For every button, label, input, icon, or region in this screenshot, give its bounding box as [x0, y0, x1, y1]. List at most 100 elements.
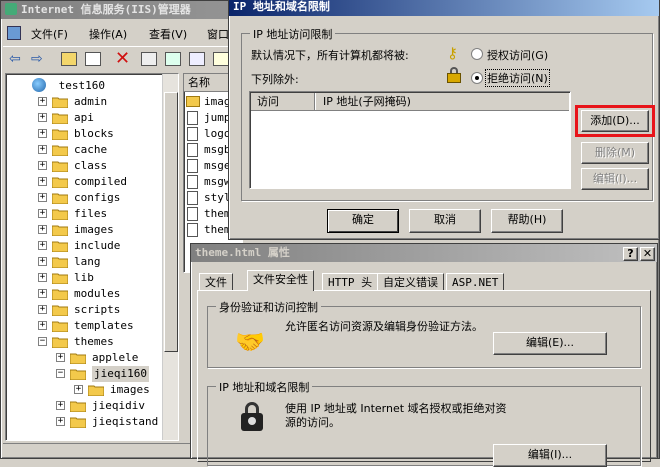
tree-item-label: blocks [74, 127, 114, 140]
expand-toggle[interactable]: + [38, 257, 47, 266]
file-icon [187, 207, 198, 221]
radio-grant[interactable] [471, 48, 483, 60]
back-icon[interactable]: ⇦ [9, 51, 21, 67]
tree-root[interactable]: test160 [16, 78, 105, 94]
title-help-button[interactable]: ? [623, 247, 638, 261]
tree-scrollbar[interactable] [162, 74, 178, 440]
expand-toggle[interactable]: + [38, 97, 47, 106]
expand-toggle[interactable]: + [38, 113, 47, 122]
tree-item-label: jieqidiv [92, 399, 145, 412]
expand-toggle[interactable]: + [38, 129, 47, 138]
expand-toggle[interactable]: + [38, 289, 47, 298]
radio-deny-label[interactable]: 拒绝访问(N) [485, 69, 550, 87]
expand-toggle[interactable]: − [56, 369, 65, 378]
menu-action[interactable]: 操作(A) [89, 26, 127, 42]
help-button[interactable]: 帮助(H) [491, 209, 563, 233]
folder-icon [69, 399, 87, 415]
auth-edit-button[interactable]: 编辑(E)... [493, 332, 607, 355]
folder-icon [51, 335, 69, 351]
radio-deny[interactable] [471, 72, 483, 84]
help-icon[interactable] [213, 52, 229, 66]
help-button-label: 帮助(H) [507, 213, 547, 226]
refresh-icon[interactable] [165, 52, 181, 66]
tree-item-label: images [74, 223, 114, 236]
properties-title: theme.html 属性 [195, 246, 290, 259]
expand-toggle[interactable]: + [38, 321, 47, 330]
expand-toggle[interactable]: + [56, 353, 65, 362]
tree-item-label: jieqi160 [92, 366, 149, 382]
file-icon [187, 127, 198, 141]
properties-icon[interactable] [141, 52, 157, 66]
tab-file[interactable]: 文件 [199, 273, 233, 291]
padlock-icon [241, 402, 263, 432]
ip-restriction-dialog: IP 地址和域名限制 IP 地址访问限制 默认情况下，所有计算机都将被: ⚷ 授… [228, 0, 660, 240]
col-ip-label: IP 地址(子网掩码) [323, 95, 411, 108]
forward-icon[interactable]: ⇨ [31, 51, 43, 67]
tab-file-security-label: 文件安全性 [253, 273, 308, 286]
menu-file[interactable]: 文件(F) [31, 26, 68, 42]
menu-app-icon[interactable] [7, 26, 21, 40]
tab-aspnet[interactable]: ASP.NET [446, 273, 505, 291]
auth-edit-label: 编辑(E)... [525, 336, 575, 349]
tree-item-label: files [74, 207, 108, 220]
menu-view[interactable]: 查看(V) [149, 26, 187, 42]
expand-toggle[interactable]: + [38, 305, 47, 314]
tree-item-label: lib [74, 271, 94, 284]
ip-dialog-title-bar[interactable]: IP 地址和域名限制 [229, 0, 659, 16]
expand-toggle[interactable]: + [74, 385, 83, 394]
expand-toggle[interactable]: − [38, 337, 47, 346]
expand-toggle[interactable]: + [38, 193, 47, 202]
expand-toggle[interactable]: + [38, 241, 47, 250]
show-tree-icon[interactable] [85, 52, 101, 66]
ip-dialog-title: IP 地址和域名限制 [233, 0, 330, 13]
up-folder-icon[interactable] [61, 52, 77, 66]
cancel-button[interactable]: 取消 [409, 209, 481, 233]
expand-toggle[interactable]: + [38, 209, 47, 218]
add-button-label: 添加(D)... [590, 114, 640, 127]
edit-button[interactable]: 编辑(I)... [581, 168, 649, 190]
tab-http-headers-label: HTTP 头 [328, 276, 373, 289]
folder-icon [51, 287, 69, 303]
folder-icon [51, 239, 69, 255]
export-icon[interactable] [189, 52, 205, 66]
properties-dialog: theme.html 属性 ? ✕ 文件 文件安全性 HTTP 头 自定义错误 … [190, 243, 658, 467]
tree-item-label: compiled [74, 175, 127, 188]
ip-edit-button[interactable]: 编辑(I)... [493, 444, 607, 467]
title-close-button[interactable]: ✕ [640, 247, 655, 261]
tree-item-label: include [74, 239, 121, 252]
tab-custom-errors[interactable]: 自定义错误 [377, 273, 444, 291]
tab-file-security[interactable]: 文件安全性 [247, 270, 314, 291]
menu-window[interactable]: 窗口 [207, 26, 229, 42]
expand-toggle[interactable]: + [38, 177, 47, 186]
tree-scroll-thumb[interactable] [164, 92, 178, 352]
expand-toggle[interactable]: + [38, 225, 47, 234]
list-item-label: styl [204, 191, 231, 204]
list-item-label: jump [204, 111, 231, 124]
tab-http-headers[interactable]: HTTP 头 [322, 273, 379, 291]
tree-item-label: api [74, 111, 94, 124]
col-access-header[interactable]: 访问 [251, 93, 315, 110]
folder-icon [69, 367, 87, 383]
tree-root-label: test160 [58, 79, 105, 92]
tree-pane[interactable]: test160 + admin + api + blocks + cache + class + co… [5, 73, 179, 441]
tab-custom-errors-label: 自定义错误 [383, 276, 438, 289]
ok-button[interactable]: 确定 [327, 209, 399, 233]
toolbar: ⇦ ⇨ ✕ [3, 46, 243, 70]
expand-toggle[interactable]: + [38, 161, 47, 170]
expand-toggle[interactable]: + [38, 145, 47, 154]
expand-toggle[interactable]: + [56, 417, 65, 426]
add-button[interactable]: 添加(D)... [581, 110, 649, 132]
expand-toggle[interactable]: + [56, 401, 65, 410]
expand-toggle[interactable]: + [38, 273, 47, 282]
edit-button-label: 编辑(I)... [592, 172, 638, 185]
delete-icon[interactable]: ✕ [115, 48, 130, 69]
tab-aspnet-label: ASP.NET [452, 276, 499, 289]
remove-button[interactable]: 删除(M) [581, 142, 649, 164]
ip-text: 使用 IP 地址或 Internet 域名授权或拒绝对资源的访问。 [285, 402, 507, 429]
list-item-label: logo [204, 127, 231, 140]
properties-title-bar[interactable]: theme.html 属性 [191, 244, 657, 262]
col-ip-header[interactable]: IP 地址(子网掩码) [317, 93, 569, 110]
file-icon [187, 191, 198, 205]
ip-list[interactable]: 访问 IP 地址(子网掩码) [249, 91, 571, 189]
radio-grant-label[interactable]: 授权访问(G) [487, 47, 548, 63]
